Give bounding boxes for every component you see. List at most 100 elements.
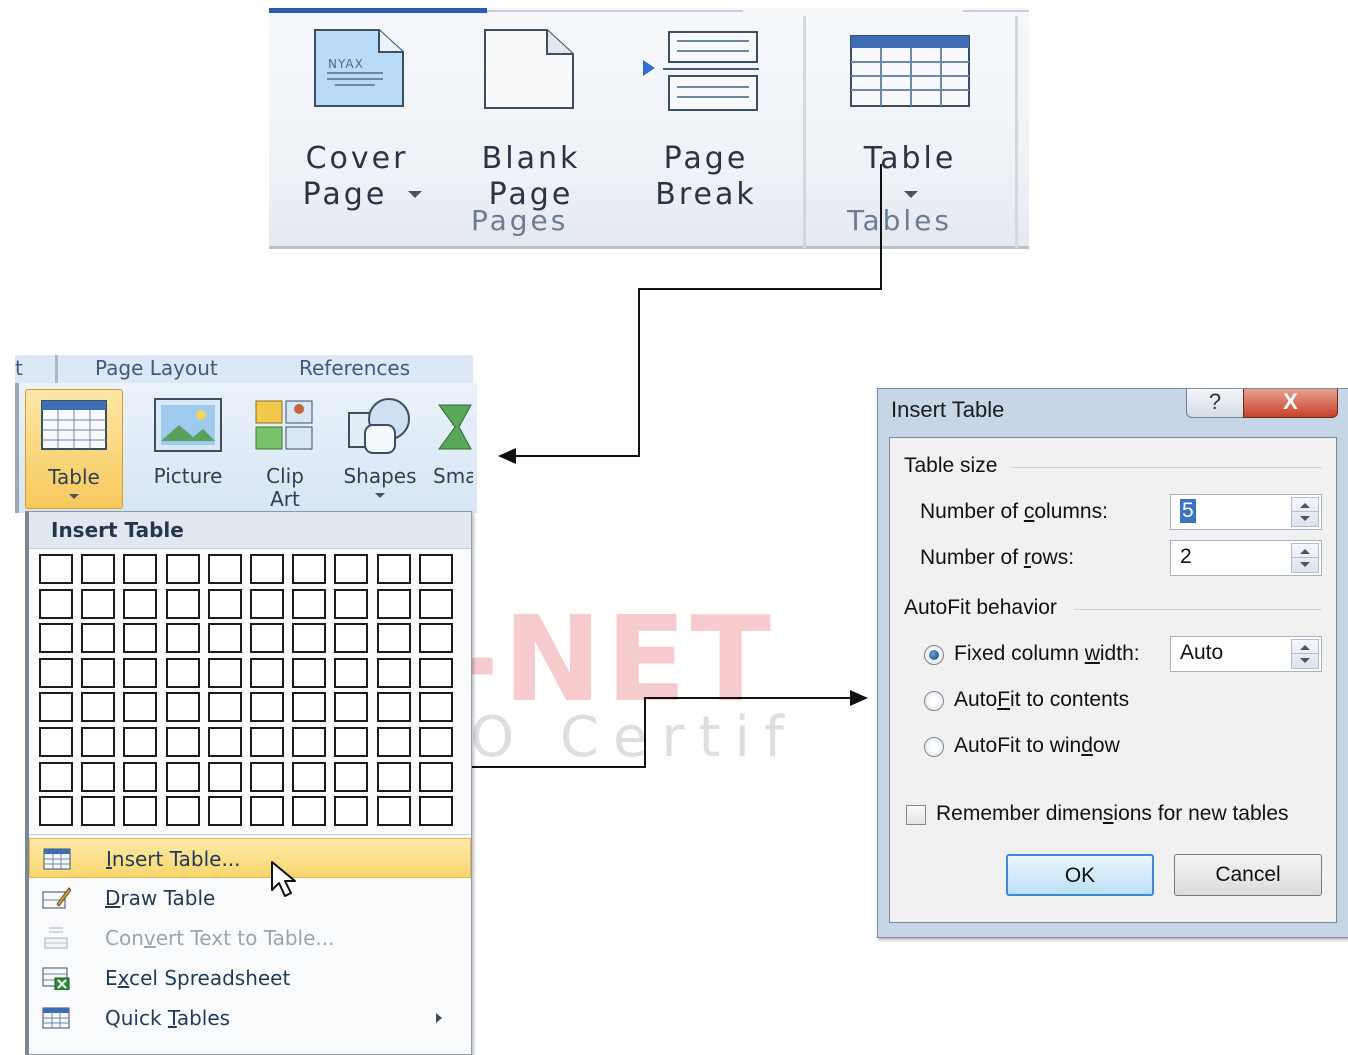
grid-cell[interactable] — [165, 761, 200, 792]
grid-cell[interactable] — [376, 588, 411, 619]
picture-button[interactable]: Picture — [143, 389, 233, 507]
grid-cell[interactable] — [376, 692, 411, 723]
grid-cell[interactable] — [292, 796, 327, 827]
grid-cell[interactable] — [81, 657, 116, 688]
grid-cell[interactable] — [39, 727, 73, 757]
grid-cell[interactable] — [418, 727, 453, 757]
tab-insert[interactable]: t — [15, 355, 23, 383]
grid-cell[interactable] — [376, 657, 411, 688]
grid-cell[interactable] — [376, 554, 411, 584]
excel-spreadsheet-menu-item[interactable]: Excel Spreadsheet — [29, 958, 471, 998]
grid-cell[interactable] — [418, 796, 453, 827]
grid-cell[interactable] — [418, 554, 453, 584]
grid-cell[interactable] — [207, 588, 242, 619]
grid-cell[interactable] — [39, 554, 73, 584]
grid-cell[interactable] — [292, 623, 327, 654]
grid-cell[interactable] — [334, 796, 369, 827]
table-button-active[interactable]: Table — [25, 389, 123, 509]
grid-cell[interactable] — [123, 554, 158, 584]
close-button[interactable]: X — [1243, 389, 1338, 418]
grid-cell[interactable] — [207, 796, 242, 827]
grid-cell[interactable] — [81, 623, 116, 654]
grid-cell[interactable] — [418, 692, 453, 723]
tab-page-layout[interactable]: Page Layout — [95, 355, 218, 383]
fixed-width-value[interactable]: Auto — [1180, 641, 1223, 665]
grid-cell[interactable] — [165, 727, 200, 757]
quick-tables-menu-item[interactable]: Quick Tables — [29, 998, 471, 1038]
grid-cell[interactable] — [207, 727, 242, 757]
grid-cell[interactable] — [292, 727, 327, 757]
grid-cell[interactable] — [165, 554, 200, 584]
help-button[interactable]: ? — [1186, 389, 1244, 418]
grid-cell[interactable] — [250, 761, 284, 792]
grid-cell[interactable] — [165, 796, 200, 827]
grid-cell[interactable] — [123, 761, 158, 792]
blank-page-button[interactable]: Blank Page — [461, 28, 601, 212]
grid-cell[interactable] — [207, 623, 242, 654]
grid-cell[interactable] — [81, 692, 116, 723]
grid-cell[interactable] — [292, 692, 327, 723]
tab-references[interactable]: References — [299, 355, 410, 383]
grid-cell[interactable] — [250, 796, 284, 827]
grid-cell[interactable] — [207, 692, 242, 723]
grid-cell[interactable] — [334, 692, 369, 723]
grid-cell[interactable] — [39, 623, 73, 654]
grid-cell[interactable] — [292, 657, 327, 688]
grid-cell[interactable] — [250, 554, 284, 584]
grid-cell[interactable] — [418, 761, 453, 792]
ok-button[interactable]: OK — [1006, 854, 1154, 896]
columns-value[interactable]: 5 — [1180, 499, 1196, 523]
grid-cell[interactable] — [123, 657, 158, 688]
autofit-window-radio[interactable] — [924, 737, 944, 757]
rows-value[interactable]: 2 — [1180, 545, 1192, 569]
grid-cell[interactable] — [207, 657, 242, 688]
remember-dimensions-checkbox[interactable] — [906, 805, 926, 825]
page-break-button[interactable]: Page Break — [631, 28, 781, 212]
grid-cell[interactable] — [250, 692, 284, 723]
grid-cell[interactable] — [334, 761, 369, 792]
columns-spin-arrows[interactable] — [1291, 497, 1319, 527]
grid-cell[interactable] — [207, 761, 242, 792]
grid-cell[interactable] — [376, 796, 411, 827]
grid-cell[interactable] — [39, 692, 73, 723]
grid-cell[interactable] — [123, 588, 158, 619]
fixed-width-spinner[interactable]: Auto — [1170, 636, 1322, 672]
grid-cell[interactable] — [39, 588, 73, 619]
grid-cell[interactable] — [207, 554, 242, 584]
table-button[interactable]: Table — [835, 28, 985, 198]
grid-cell[interactable] — [81, 554, 116, 584]
insert-table-menu-item[interactable]: Insert Table... — [29, 838, 471, 878]
grid-cell[interactable] — [292, 588, 327, 619]
grid-cell[interactable] — [123, 796, 158, 827]
grid-cell[interactable] — [165, 623, 200, 654]
grid-cell[interactable] — [292, 761, 327, 792]
grid-cell[interactable] — [81, 727, 116, 757]
grid-cell[interactable] — [39, 657, 73, 688]
grid-cell[interactable] — [334, 657, 369, 688]
columns-spinner[interactable]: 5 — [1170, 494, 1322, 530]
grid-cell[interactable] — [376, 761, 411, 792]
grid-cell[interactable] — [418, 588, 453, 619]
grid-cell[interactable] — [81, 796, 116, 827]
clip-art-button[interactable]: Clip Art — [243, 389, 327, 511]
grid-cell[interactable] — [250, 657, 284, 688]
rows-spin-arrows[interactable] — [1291, 543, 1319, 573]
grid-cell[interactable] — [418, 657, 453, 688]
smartart-button[interactable]: Sma — [429, 389, 473, 507]
grid-cell[interactable] — [165, 588, 200, 619]
grid-cell[interactable] — [250, 588, 284, 619]
grid-cell[interactable] — [165, 692, 200, 723]
cover-page-button[interactable]: NYAX Cover Page — [287, 28, 427, 212]
grid-cell[interactable] — [123, 692, 158, 723]
grid-cell[interactable] — [334, 623, 369, 654]
grid-cell[interactable] — [334, 554, 369, 584]
shapes-button[interactable]: Shapes — [337, 389, 423, 507]
grid-cell[interactable] — [39, 796, 73, 827]
fixed-width-spin-arrows[interactable] — [1291, 639, 1319, 669]
grid-cell[interactable] — [292, 554, 327, 584]
autofit-contents-radio[interactable] — [924, 691, 944, 711]
draw-table-menu-item[interactable]: Draw Table — [29, 878, 471, 918]
grid-cell[interactable] — [250, 727, 284, 757]
fixed-width-radio[interactable] — [924, 645, 944, 665]
grid-cell[interactable] — [165, 657, 200, 688]
